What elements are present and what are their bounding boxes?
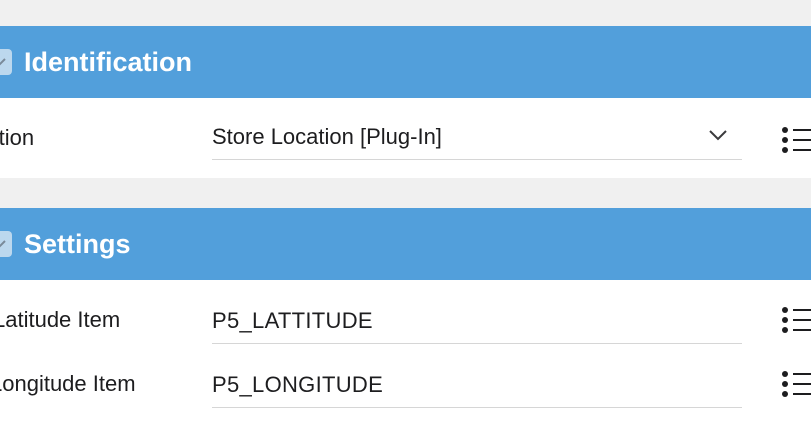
settings-section-header[interactable]: Settings [0, 208, 811, 280]
list-icon[interactable] [780, 126, 811, 154]
latitude-row: Latitude Item [0, 288, 811, 352]
chevron-down-icon [709, 130, 727, 141]
longitude-item-input[interactable] [212, 363, 742, 407]
settings-title: Settings [24, 229, 131, 259]
longitude-row: Longitude Item [0, 352, 811, 416]
chevron-down-icon [0, 240, 6, 248]
collapse-settings-button[interactable] [0, 231, 12, 257]
latitude-item-input[interactable] [212, 299, 742, 343]
action-select[interactable]: Store Location [Plug-In] [212, 114, 742, 160]
settings-section-body: Latitude Item Longitude Item [0, 280, 811, 426]
latitude-label: Latitude Item [0, 307, 121, 332]
chevron-down-icon [0, 58, 6, 66]
action-row: Action Store Location [Plug-In] [0, 106, 811, 170]
action-select-value: Store Location [Plug-In] [212, 124, 442, 149]
list-icon[interactable] [780, 370, 811, 398]
longitude-item-field[interactable] [212, 362, 742, 408]
list-icon[interactable] [780, 306, 811, 334]
latitude-item-field[interactable] [212, 298, 742, 344]
identification-section-body: Action Store Location [Plug-In] [0, 98, 811, 178]
action-label: Action [0, 125, 35, 150]
identification-title: Identification [24, 47, 192, 77]
property-editor: Identification Action Store Location [Pl… [0, 0, 811, 426]
longitude-label: Longitude Item [0, 371, 136, 396]
identification-section-header[interactable]: Identification [0, 26, 811, 98]
collapse-identification-button[interactable] [0, 49, 12, 75]
